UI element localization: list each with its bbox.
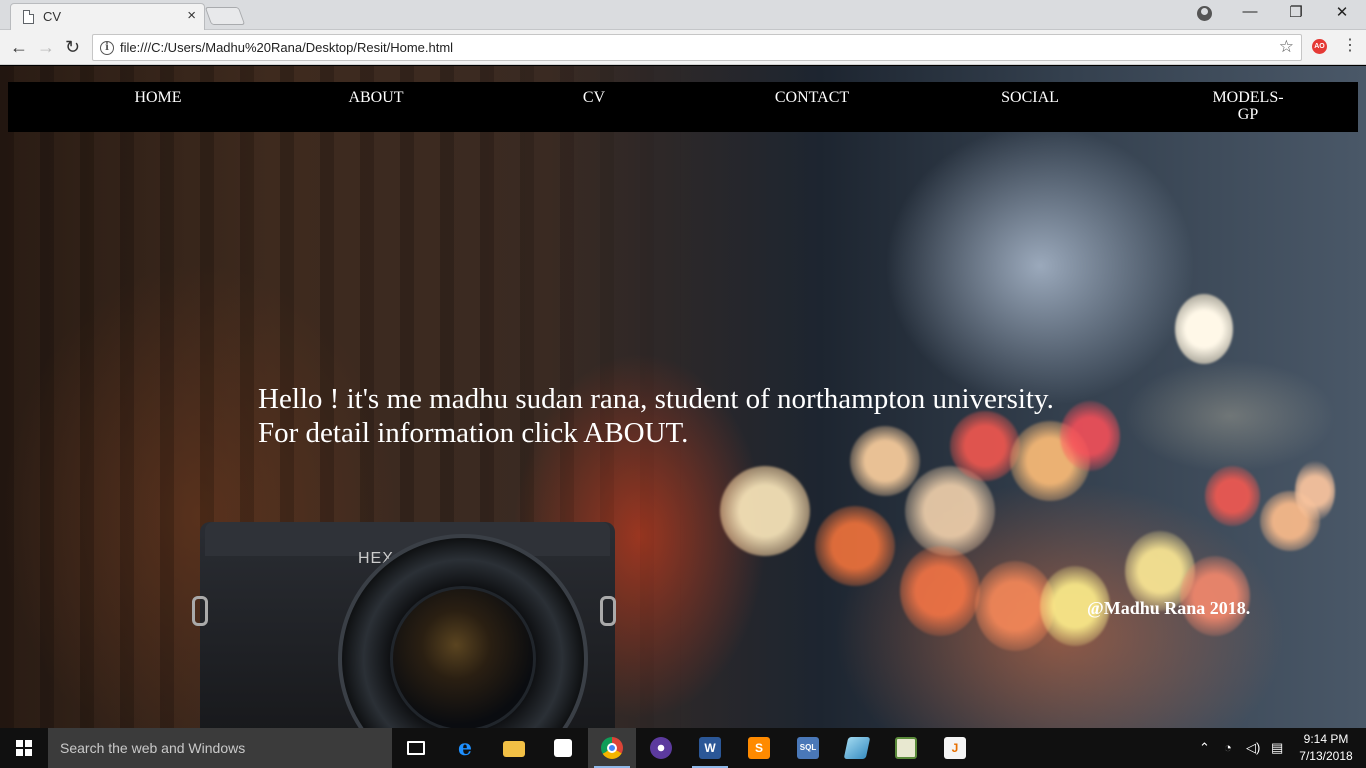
reload-icon[interactable]: ↻ bbox=[65, 36, 80, 58]
paint-3d-icon[interactable] bbox=[833, 728, 881, 768]
chrome-icon[interactable] bbox=[588, 728, 636, 768]
nav-contact[interactable]: CONTACT bbox=[737, 89, 887, 106]
back-icon[interactable]: ← bbox=[10, 36, 28, 58]
browser-toolbar: ← → ↻ i file:///C:/Users/Madhu%20Rana/De… bbox=[0, 30, 1366, 65]
menu-icon[interactable]: ⋮ bbox=[1342, 36, 1358, 56]
profile-icon[interactable] bbox=[1197, 6, 1212, 21]
bokeh-light bbox=[1205, 466, 1260, 526]
bokeh-light bbox=[1295, 461, 1335, 521]
notification-icon[interactable]: ▤ bbox=[1271, 728, 1283, 768]
address-bar[interactable]: i file:///C:/Users/Madhu%20Rana/Desktop/… bbox=[92, 34, 1302, 61]
clock-date: 7/13/2018 bbox=[1299, 749, 1353, 763]
taskbar-search[interactable]: Search the web and Windows bbox=[48, 728, 392, 768]
java-icon[interactable]: J bbox=[931, 728, 979, 768]
page-icon bbox=[23, 10, 34, 24]
bokeh-light bbox=[815, 506, 895, 586]
hero-line-1: Hello ! it's me madhu sudan rana, studen… bbox=[258, 383, 1054, 415]
nav-about[interactable]: ABOUT bbox=[301, 89, 451, 106]
close-icon[interactable]: ✕ bbox=[1319, 3, 1365, 21]
star-icon[interactable]: ☆ bbox=[1279, 37, 1294, 57]
page-background: HEX HOME ABOUT CV CONTACT SOCIAL MODELS-… bbox=[0, 66, 1366, 728]
hero-line-2: For detail information click ABOUT. bbox=[258, 417, 689, 449]
info-icon[interactable]: i bbox=[100, 41, 114, 55]
taskbar-clock[interactable]: 9:14 PM 7/13/2018 bbox=[1295, 731, 1357, 765]
excel-chart-icon[interactable] bbox=[882, 728, 930, 768]
bokeh-light bbox=[1060, 401, 1120, 471]
bokeh-light bbox=[900, 546, 980, 636]
bokeh-light bbox=[1180, 556, 1250, 636]
word-icon[interactable]: W bbox=[686, 728, 734, 768]
start-button[interactable] bbox=[0, 728, 48, 768]
site-nav: HOME ABOUT CV CONTACT SOCIAL MODELS- GP bbox=[8, 82, 1358, 132]
bokeh-light bbox=[720, 466, 810, 556]
tab-strip: CV × — ❐ ✕ bbox=[0, 0, 1366, 30]
forward-icon[interactable]: → bbox=[37, 36, 55, 58]
footer-copyright: @Madhu Rana 2018. bbox=[1087, 598, 1251, 618]
camera-strap-ring bbox=[600, 596, 616, 626]
nav-models-gp[interactable]: MODELS- GP bbox=[1173, 89, 1323, 123]
hero-text: Hello ! it's me madhu sudan rana, studen… bbox=[258, 382, 1054, 450]
wifi-icon[interactable]: ◔ bbox=[1224, 728, 1232, 768]
new-tab-button[interactable] bbox=[204, 7, 246, 25]
camera-lens-glass bbox=[390, 586, 536, 728]
task-view-icon[interactable] bbox=[392, 728, 440, 768]
eclipse-icon[interactable] bbox=[637, 728, 685, 768]
bokeh-light bbox=[1175, 294, 1233, 364]
extension-icon[interactable]: AO bbox=[1312, 39, 1327, 54]
taskbar: Search the web and Windows e W S SQL J ⌃… bbox=[0, 728, 1366, 768]
nav-home[interactable]: HOME bbox=[83, 89, 233, 106]
clock-time: 9:14 PM bbox=[1303, 732, 1349, 746]
tab-close-icon[interactable]: × bbox=[187, 7, 196, 25]
volume-icon[interactable]: ◁) bbox=[1246, 728, 1260, 768]
tab-cv[interactable]: CV × bbox=[10, 3, 205, 30]
restore-icon[interactable]: ❐ bbox=[1273, 3, 1319, 21]
tab-title: CV bbox=[43, 9, 62, 24]
windows-icon bbox=[16, 740, 32, 756]
nav-models-gp-line2: GP bbox=[1237, 106, 1259, 123]
nav-cv[interactable]: CV bbox=[519, 89, 669, 106]
camera-strap-ring bbox=[192, 596, 208, 626]
chevron-up-icon[interactable]: ⌃ bbox=[1199, 728, 1210, 768]
url-text[interactable]: file:///C:/Users/Madhu%20Rana/Desktop/Re… bbox=[120, 40, 453, 55]
store-icon[interactable] bbox=[539, 728, 587, 768]
nav-models-gp-line1: MODELS- bbox=[1212, 89, 1284, 106]
nav-social[interactable]: SOCIAL bbox=[955, 89, 1105, 106]
minimize-icon[interactable]: — bbox=[1227, 3, 1273, 20]
sql-server-icon[interactable]: SQL bbox=[784, 728, 832, 768]
file-explorer-icon[interactable] bbox=[490, 728, 538, 768]
sublime-text-icon[interactable]: S bbox=[735, 728, 783, 768]
edge-icon[interactable]: e bbox=[441, 728, 489, 768]
search-placeholder: Search the web and Windows bbox=[60, 740, 246, 756]
